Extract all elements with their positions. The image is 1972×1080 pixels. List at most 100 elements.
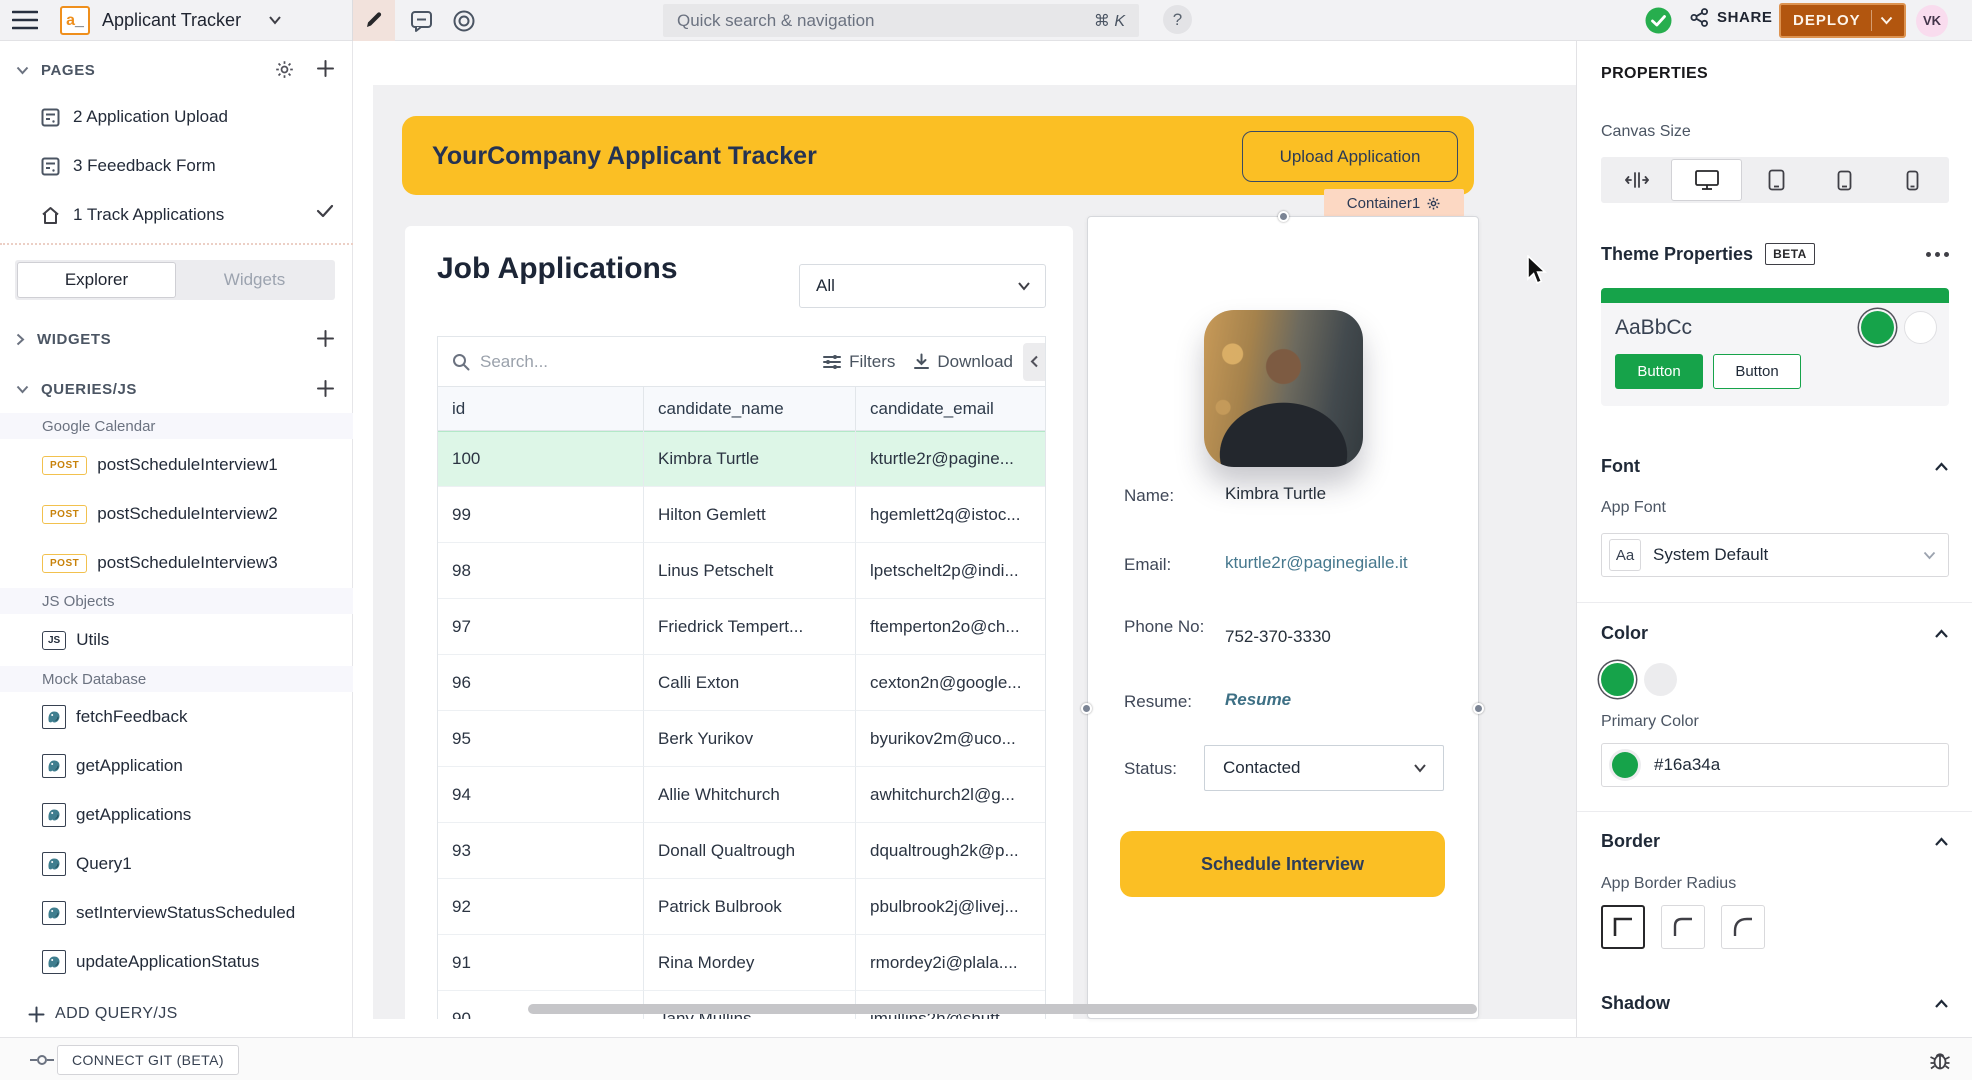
query-item-Query1[interactable]: Query1 [0,846,353,882]
add-page-plus-icon[interactable] [316,59,335,78]
color-swatch-light[interactable] [1644,663,1677,696]
sidebar-page-feedback-form[interactable]: 3 Feeedback Form [0,146,353,186]
canvas-size-fluid-icon[interactable] [1603,159,1671,201]
resize-handle-right[interactable] [1473,703,1484,714]
container1-widget-label[interactable]: Container1 [1324,189,1464,217]
chevron-up-icon [1934,629,1949,639]
app-font-select[interactable]: Aa System Default [1601,533,1949,577]
candidate-detail-container[interactable]: Name: Kimbra Turtle Email: kturtle2r@pag… [1087,216,1479,1019]
font-section-header[interactable]: Font [1601,456,1949,477]
app-title[interactable]: Applicant Tracker [102,10,241,31]
canvas-size-phone-icon[interactable] [1879,159,1947,201]
border-radius-sharp-icon[interactable] [1601,905,1645,949]
email-label: Email: [1124,553,1210,577]
name-value: Kimbra Turtle [1225,484,1326,504]
widgets-chevron-right-icon[interactable] [16,333,25,346]
table-collapse-button[interactable] [1023,343,1045,381]
resume-link[interactable]: Resume [1225,690,1291,710]
sidebar-page-application-upload[interactable]: 2 Application Upload [0,97,353,137]
sidebar-page-track-applications[interactable]: 1 Track Applications [0,195,353,235]
quick-search-input[interactable]: Quick search & navigation ⌘ K [663,4,1139,37]
query-item-setInterviewStatusScheduled[interactable]: setInterviewStatusScheduled [0,895,353,931]
chevron-down-icon [1413,763,1427,773]
status-filter-select[interactable]: All [799,264,1046,308]
add-query-js-button[interactable]: ADD QUERY/JS [28,999,178,1029]
debug-bug-icon[interactable] [1929,1049,1951,1071]
widgets-header-row[interactable]: WIDGETS [0,324,353,354]
app-logo-icon[interactable]: a_ [60,6,90,35]
table-row[interactable]: 97Friedrick Tempert...ftemperton2o@ch... [438,599,1045,655]
table-search-input[interactable]: Search... [452,352,823,372]
add-widget-plus-icon[interactable] [316,329,335,348]
table-row[interactable]: 98Linus Petscheltlpetschelt2p@indi... [438,543,1045,599]
border-section-header[interactable]: Border [1601,831,1949,852]
table-row[interactable]: 95Berk Yurikovbyurikov2m@uco... [438,711,1045,767]
email-value[interactable]: kturtle2r@paginegialle.it [1225,553,1408,573]
resize-handle-top[interactable] [1278,211,1289,222]
table-row[interactable]: 91Rina Mordeyrmordey2i@plala.... [438,935,1045,991]
pages-chevron-down-icon[interactable] [16,66,29,75]
deploy-button[interactable]: DEPLOY [1779,3,1906,38]
js-object-utils[interactable]: JS Utils [0,622,353,658]
canvas-size-tablet-large-icon[interactable] [1742,159,1810,201]
theme-background-swatch[interactable] [1904,311,1937,344]
widget-settings-gear-icon[interactable] [1426,196,1441,211]
edit-mode-button[interactable] [353,0,395,41]
table-row[interactable]: 93Donall Qualtroughdqualtrough2k@p... [438,823,1045,879]
table-row[interactable]: 99Hilton Gemletthgemlett2q@istoc... [438,487,1045,543]
help-button[interactable]: ? [1163,5,1192,34]
color-swatch-green-selected[interactable] [1601,663,1634,696]
header-banner-container[interactable]: YourCompany Applicant Tracker Upload App… [402,116,1474,195]
app-title-chevron-down-icon[interactable] [268,15,282,25]
tab-widgets[interactable]: Widgets [176,262,333,298]
banner-title: YourCompany Applicant Tracker [432,142,817,171]
status-select[interactable]: Contacted [1204,745,1444,791]
color-swatches [1601,663,1677,696]
border-radius-round-icon[interactable] [1721,905,1765,949]
table-row[interactable]: 96Calli Extoncexton2n@google... [438,655,1045,711]
column-header-candidate-name[interactable]: candidate_name [644,387,856,430]
primary-color-input[interactable]: #16a34a [1601,743,1949,787]
table-row[interactable]: 92Patrick Bulbrookpbulbrook2j@livej... [438,879,1045,935]
query-item-postScheduleInterview2[interactable]: POST postScheduleInterview2 [0,496,353,532]
query-item-postScheduleInterview3[interactable]: POST postScheduleInterview3 [0,545,353,581]
queries-header-row[interactable]: QUERIES/JS [0,374,353,404]
divider [1577,811,1972,812]
canvas-horizontal-scrollbar[interactable] [528,1004,1477,1014]
table-row[interactable]: 94Allie Whitchurchawhitchurch2l@g... [438,767,1045,823]
query-item-fetchFeedback[interactable]: fetchFeedback [0,699,353,735]
column-header-id[interactable]: id [438,387,644,430]
upload-application-button[interactable]: Upload Application [1242,131,1458,182]
table-row[interactable]: 100Kimbra Turtlekturtle2r@pagine... [438,431,1045,487]
user-avatar[interactable]: VK [1916,5,1948,37]
query-item-getApplication[interactable]: getApplication [0,748,353,784]
table-filters-button[interactable]: Filters [823,352,895,372]
theme-primary-swatch[interactable] [1861,311,1894,344]
add-query-plus-icon[interactable] [316,379,335,398]
shadow-section-header[interactable]: Shadow [1601,993,1949,1014]
table-download-button[interactable]: Download [913,352,1013,372]
theme-more-options-icon[interactable] [1926,252,1949,257]
theme-preview-card[interactable]: AaBbCc Button Button [1601,288,1949,406]
pages-header-row: PAGES [0,55,353,85]
resize-handle-left[interactable] [1081,703,1092,714]
query-item-getApplications[interactable]: getApplications [0,797,353,833]
queries-chevron-down-icon[interactable] [16,385,29,394]
query-item-updateApplicationStatus[interactable]: updateApplicationStatus [0,944,353,980]
canvas-size-tablet-icon[interactable] [1810,159,1878,201]
pages-settings-gear-icon[interactable] [274,59,295,80]
comments-mode-icon[interactable] [410,9,433,32]
filters-icon [823,354,842,370]
query-item-postScheduleInterview1[interactable]: POST postScheduleInterview1 [0,447,353,483]
column-header-candidate-email[interactable]: candidate_email [856,387,1045,430]
datasource-group-mock-database: Mock Database [0,666,353,692]
share-button[interactable]: SHARE [1690,8,1773,27]
connect-git-button[interactable]: CONNECT GIT (BETA) [57,1045,239,1075]
tab-explorer[interactable]: Explorer [17,262,176,298]
schedule-interview-button[interactable]: Schedule Interview [1120,831,1445,897]
preview-mode-icon[interactable] [452,9,476,33]
canvas-size-desktop-icon[interactable] [1671,159,1741,201]
color-section-header[interactable]: Color [1601,623,1949,644]
hamburger-menu-icon[interactable] [12,9,38,31]
border-radius-medium-icon[interactable] [1661,905,1705,949]
